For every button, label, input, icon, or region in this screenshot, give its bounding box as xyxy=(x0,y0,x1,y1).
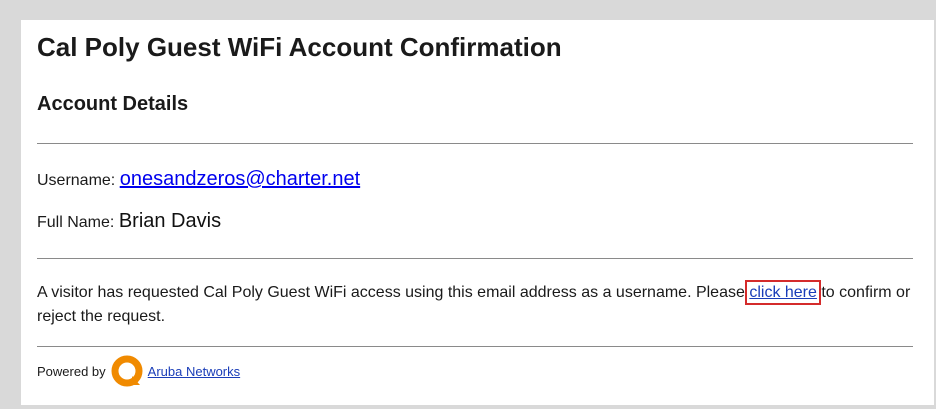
divider xyxy=(37,143,913,144)
full-name-value: Brian Davis xyxy=(118,210,222,232)
username-row: Username: onesandzeros@charter.net xyxy=(37,168,360,191)
click-here-link[interactable]: click here xyxy=(745,280,821,305)
request-message: A visitor has requested Cal Poly Guest W… xyxy=(37,280,917,329)
aruba-networks-link[interactable]: Aruba Networks xyxy=(148,364,240,379)
account-details-heading: Account Details xyxy=(37,93,189,115)
full-name-row: Full Name: Brian Davis xyxy=(37,210,221,233)
divider xyxy=(37,346,913,347)
divider xyxy=(37,258,913,259)
powered-by-label: Powered by xyxy=(37,363,106,379)
powered-by-footer: Powered by Aruba Networks xyxy=(37,353,240,389)
email-card: Cal Poly Guest WiFi Account Confirmation… xyxy=(21,20,934,405)
username-label: Username: xyxy=(37,172,116,189)
username-email-link[interactable]: onesandzeros@charter.net xyxy=(120,168,360,190)
email-title: Cal Poly Guest WiFi Account Confirmation xyxy=(37,32,562,62)
full-name-label: Full Name: xyxy=(37,214,115,231)
aruba-logo-icon xyxy=(110,354,144,388)
message-text-before: A visitor has requested Cal Poly Guest W… xyxy=(37,284,750,301)
